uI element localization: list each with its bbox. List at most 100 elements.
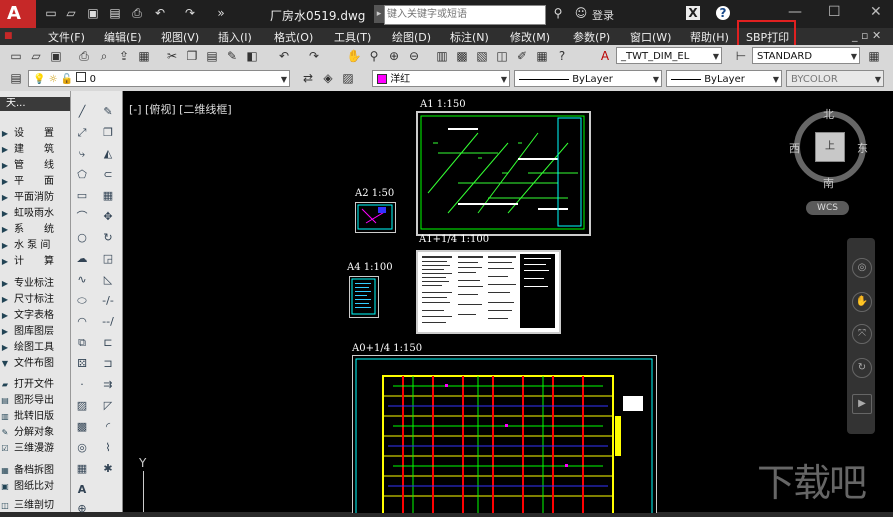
close-button[interactable]: ✕ xyxy=(870,4,882,20)
break-point-icon[interactable]: ⊏ xyxy=(100,335,116,351)
compass-east[interactable]: 东 xyxy=(857,140,868,156)
side-item-12[interactable]: ▶ 图库图层 xyxy=(0,324,70,340)
side-item-7[interactable]: ▶ 水 泵 间 xyxy=(0,238,70,254)
point-icon[interactable]: · xyxy=(74,377,90,393)
side-item-6[interactable]: ▶ 系 统 xyxy=(0,222,70,238)
menu-draw[interactable]: 绘图(D) xyxy=(392,29,431,45)
side-item-2[interactable]: ▶ 管 线 xyxy=(0,158,70,174)
make-current-layer-icon[interactable]: ⇄ xyxy=(300,70,316,86)
fillet-icon[interactable]: ◜ xyxy=(100,419,116,435)
redo-icon[interactable]: ↷ xyxy=(183,6,197,20)
layer-previous-icon[interactable]: ◈ xyxy=(320,70,336,86)
sheet-a1[interactable] xyxy=(416,111,591,236)
array-icon[interactable]: ▦ xyxy=(100,188,116,204)
rectangle-icon[interactable]: ▭ xyxy=(74,188,90,204)
3dprint-icon[interactable]: ▦ xyxy=(136,48,152,64)
orbit-icon[interactable]: ↻ xyxy=(852,358,872,378)
side-item-14[interactable]: ▼ 文件布图 xyxy=(0,356,70,372)
menu-modify[interactable]: 修改(M) xyxy=(510,29,550,45)
tool-palettes-icon[interactable]: ▧ xyxy=(474,48,490,64)
trim-icon[interactable]: -/- xyxy=(100,293,116,309)
side-item-8[interactable]: ▶ 计 算 xyxy=(0,254,70,270)
minimize-button[interactable]: — xyxy=(788,4,802,20)
match-properties-icon[interactable]: ✎ xyxy=(224,48,240,64)
print-icon[interactable]: ⎙ xyxy=(130,6,144,20)
sheet-a1-quarter[interactable] xyxy=(416,250,561,334)
more-icon[interactable]: » xyxy=(214,6,228,20)
sheet-a4[interactable] xyxy=(349,276,379,318)
side-item-5[interactable]: ▶ 虹吸雨水 xyxy=(0,206,70,222)
side-bottom-item-1[interactable]: ▤ 图形导出 xyxy=(0,393,70,409)
circle-icon[interactable]: ○ xyxy=(74,230,90,246)
new-icon[interactable]: ▭ xyxy=(8,48,24,64)
menu-edit[interactable]: 编辑(E) xyxy=(104,29,142,45)
region-icon[interactable]: ◎ xyxy=(74,440,90,456)
viewcube-top-face[interactable]: 上 xyxy=(815,132,845,162)
copy-object-icon[interactable]: ❐ xyxy=(100,125,116,141)
sheet-a0[interactable] xyxy=(352,355,657,513)
compass-north[interactable]: 北 xyxy=(823,106,834,122)
xline-icon[interactable]: ⤢ xyxy=(74,125,90,141)
side-bottom-item-0[interactable]: ▰ 打开文件 xyxy=(0,377,70,393)
app-menu-button[interactable]: A xyxy=(0,0,36,28)
side-item-13[interactable]: ▶ 绘图工具 xyxy=(0,340,70,356)
exchange-icon[interactable]: X xyxy=(686,6,700,20)
offset-icon[interactable]: ⊂ xyxy=(100,167,116,183)
help-icon[interactable]: ? xyxy=(554,48,570,64)
search-box[interactable] xyxy=(384,5,546,25)
paste-icon[interactable]: ▤ xyxy=(204,48,220,64)
spline-icon[interactable]: ∿ xyxy=(74,272,90,288)
revcloud-icon[interactable]: ☁ xyxy=(74,251,90,267)
zoom-window-icon[interactable]: ⊕ xyxy=(386,48,402,64)
sheet-a2[interactable] xyxy=(355,202,396,233)
side-item-3[interactable]: ▶ 平 面 xyxy=(0,174,70,190)
lineweight-select[interactable]: ByLayer ▼ xyxy=(666,70,782,87)
arc-icon[interactable]: ⌒ xyxy=(74,209,90,225)
layer-select[interactable]: 💡 ☼ 🔓 0 ▼ xyxy=(28,70,290,87)
side-bottom-item-3[interactable]: ✎ 分解对象 xyxy=(0,425,70,441)
ellipse-arc-icon[interactable]: ◠ xyxy=(74,314,90,330)
break-icon[interactable]: ⊐ xyxy=(100,356,116,372)
erase-icon[interactable]: ✎ xyxy=(100,104,116,120)
dim-style-select[interactable]: STANDARD ▼ xyxy=(752,47,860,64)
wcs-menu[interactable]: WCS xyxy=(806,201,849,215)
menu-insert[interactable]: 插入(I) xyxy=(218,29,252,45)
side-bottom-item-6[interactable]: ▣ 图纸比对 xyxy=(0,479,70,495)
user-icon[interactable]: ☺ xyxy=(574,6,588,20)
compass-south[interactable]: 南 xyxy=(823,175,834,191)
viewport-controls[interactable]: [-] [俯视] [二维线框] xyxy=(129,101,232,117)
redo-icon[interactable]: ↷ xyxy=(306,48,322,64)
menu-format[interactable]: 格式(O) xyxy=(274,29,313,45)
publish-icon[interactable]: ⇪ xyxy=(116,48,132,64)
pan-icon[interactable]: ✋ xyxy=(852,292,872,312)
side-bottom-item-5[interactable]: ▦ 备档拆图 xyxy=(0,463,70,479)
layer-manager-icon[interactable]: ▤ xyxy=(8,70,24,86)
text-style-select[interactable]: _TWT_DIM_EL ▼ xyxy=(616,47,722,64)
linetype-select[interactable]: ByLayer ▼ xyxy=(514,70,662,87)
polyline-icon[interactable]: ⤷ xyxy=(74,146,90,162)
side-item-9[interactable]: ▶ 专业标注 xyxy=(0,276,70,292)
layer-state-icon[interactable]: ▨ xyxy=(340,70,356,86)
cut-icon[interactable]: ✂ xyxy=(164,48,180,64)
pan-icon[interactable]: ✋ xyxy=(346,48,362,64)
stretch-icon[interactable]: ◺ xyxy=(100,272,116,288)
menu-file[interactable]: 文件(F) xyxy=(48,29,85,45)
menu-tools[interactable]: 工具(T) xyxy=(334,29,371,45)
showmotion-icon[interactable]: ▶ xyxy=(852,394,872,414)
blend-icon[interactable]: ⌇ xyxy=(100,440,116,456)
design-center-icon[interactable]: ▩ xyxy=(454,48,470,64)
join-icon[interactable]: ⇉ xyxy=(100,377,116,393)
scale-icon[interactable]: ◲ xyxy=(100,251,116,267)
copy-icon[interactable]: ❐ xyxy=(184,48,200,64)
login-link[interactable]: 登录 xyxy=(592,7,614,23)
text-style-icon[interactable]: A xyxy=(597,48,613,64)
binoculars-icon[interactable]: ⚲ xyxy=(551,6,565,20)
block-editor-icon[interactable]: ◧ xyxy=(244,48,260,64)
polygon-icon[interactable]: ⬠ xyxy=(74,167,90,183)
undo-icon[interactable]: ↶ xyxy=(153,6,167,20)
side-item-4[interactable]: ▶ 平面消防 xyxy=(0,190,70,206)
steering-wheel-icon[interactable]: ◎ xyxy=(852,258,872,278)
zoom-previous-icon[interactable]: ⊖ xyxy=(406,48,422,64)
side-item-1[interactable]: ▶ 建 筑 xyxy=(0,142,70,158)
side-item-0[interactable]: ▶ 设 置 xyxy=(0,126,70,142)
